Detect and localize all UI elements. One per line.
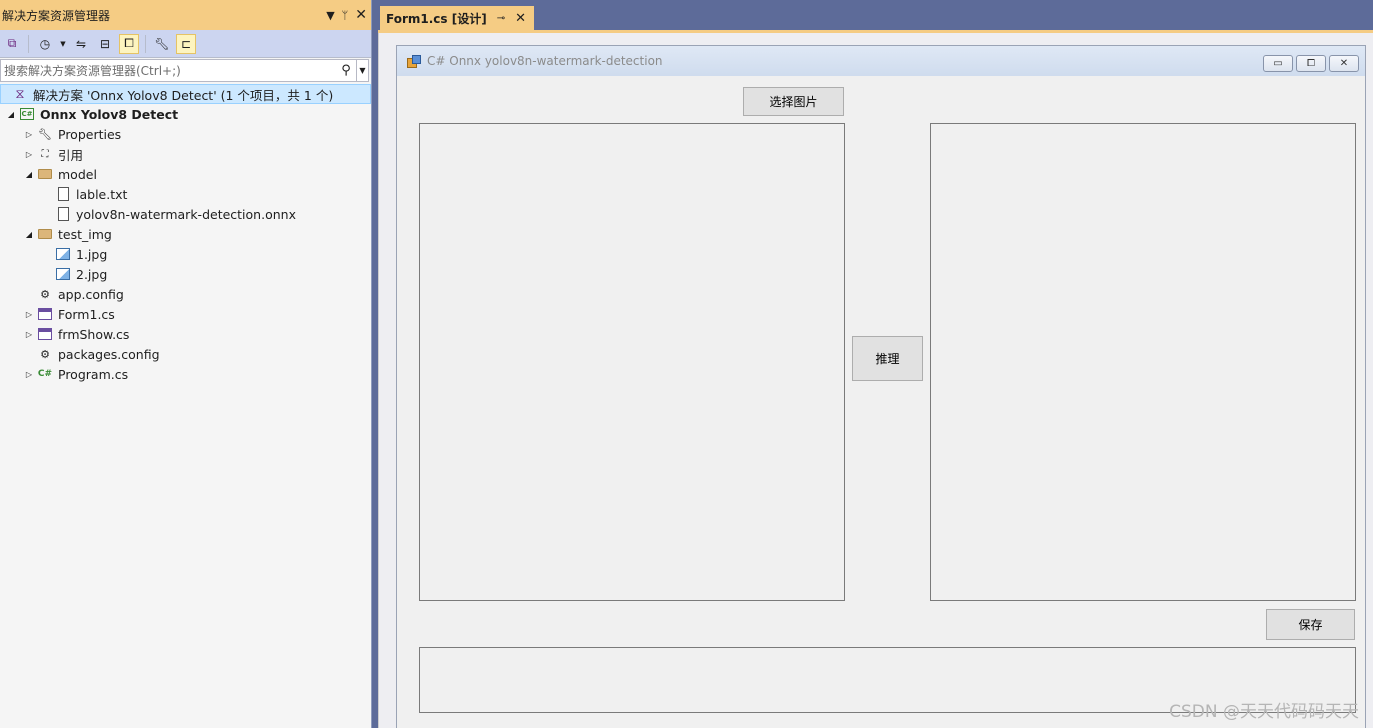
document-tab-strip: Form1.cs [设计] ⊸ ✕ bbox=[378, 0, 1373, 30]
solution-explorer-panel: 解决方案资源管理器 ▼ ᛘ ✕ ⧉ ◷ ▼ ⇋ ⊟ ⧠ 🔧︎ ⊏ ⚲ ▼ ⧖ 解… bbox=[0, 0, 372, 728]
tree-item-solution[interactable]: ⧖ 解决方案 'Onnx Yolov8 Detect' (1 个项目，共 1 个… bbox=[0, 84, 371, 104]
search-input[interactable] bbox=[1, 63, 336, 78]
references-icon: ⛶ bbox=[41, 148, 49, 160]
tree-item-label: lable.txt bbox=[76, 186, 128, 202]
tree-item-lable-txt[interactable]: lable.txt bbox=[0, 184, 371, 204]
tree-item-label: test_img bbox=[58, 226, 112, 242]
dropdown-arrow-icon[interactable]: ▼ bbox=[326, 9, 334, 22]
tree-item-label: Program.cs bbox=[58, 366, 129, 382]
image-file-icon bbox=[54, 246, 72, 262]
save-button[interactable]: 保存 bbox=[1266, 609, 1355, 640]
tree-item-label: Properties bbox=[58, 126, 122, 142]
maximize-icon[interactable]: ⧠ bbox=[1296, 55, 1326, 72]
expanded-arrow-icon[interactable]: ◢ bbox=[22, 170, 36, 179]
search-icon[interactable]: ⚲ bbox=[336, 63, 356, 78]
collapsed-arrow-icon[interactable]: ▷ bbox=[22, 150, 36, 159]
search-options-dropdown-icon[interactable]: ▼ bbox=[356, 60, 368, 81]
file-icon bbox=[54, 206, 72, 222]
wrench-icon: 🔧︎ bbox=[38, 127, 52, 141]
csharp-project-icon: C# bbox=[20, 108, 34, 120]
project-label: Onnx Yolov8 Detect bbox=[40, 106, 179, 122]
history-dropdown-icon[interactable]: ▼ bbox=[59, 34, 67, 54]
config-file-icon: ⚙︎ bbox=[40, 287, 50, 301]
tree-item-project[interactable]: ◢ C# Onnx Yolov8 Detect bbox=[0, 104, 371, 124]
switch-views-icon[interactable]: ⧉ bbox=[2, 34, 22, 54]
folder-icon bbox=[36, 226, 54, 242]
solution-icon: ⧖ bbox=[15, 86, 25, 102]
tree-item-label: yolov8n-watermark-detection.onnx bbox=[76, 206, 296, 222]
tree-item-label: 2.jpg bbox=[76, 266, 108, 282]
collapsed-arrow-icon[interactable]: ▷ bbox=[22, 330, 36, 339]
image-file-icon bbox=[54, 266, 72, 282]
result-image-picturebox bbox=[930, 123, 1356, 601]
tree-item-onnx-file[interactable]: yolov8n-watermark-detection.onnx bbox=[0, 204, 371, 224]
close-icon[interactable]: ✕ bbox=[355, 7, 367, 23]
solution-tree: ⧖ 解决方案 'Onnx Yolov8 Detect' (1 个项目，共 1 个… bbox=[0, 84, 371, 384]
document-area: Form1.cs [设计] ⊸ ✕ C# Onnx yolov8n-waterm… bbox=[378, 0, 1373, 728]
show-all-files-icon[interactable]: ⧠ bbox=[119, 33, 139, 54]
source-image-picturebox bbox=[419, 123, 845, 601]
expanded-arrow-icon[interactable]: ◢ bbox=[4, 110, 18, 119]
tree-item-label: frmShow.cs bbox=[58, 326, 130, 342]
designer-surface: C# Onnx yolov8n-watermark-detection ▭ ⧠ … bbox=[378, 33, 1373, 728]
expanded-arrow-icon[interactable]: ◢ bbox=[22, 230, 36, 239]
tree-item-app-config[interactable]: ⚙︎ app.config bbox=[0, 284, 371, 304]
history-icon[interactable]: ◷ bbox=[35, 34, 55, 54]
wrench-icon[interactable]: 🔧︎ bbox=[152, 34, 172, 54]
tree-item-frmshow-cs[interactable]: ▷ frmShow.cs bbox=[0, 324, 371, 344]
close-icon[interactable]: ✕ bbox=[515, 11, 526, 26]
text-file-icon bbox=[54, 186, 72, 202]
designed-form-window[interactable]: C# Onnx yolov8n-watermark-detection ▭ ⧠ … bbox=[396, 45, 1366, 728]
solution-explorer-title: 解决方案资源管理器 bbox=[2, 8, 111, 23]
tab-form1-designer[interactable]: Form1.cs [设计] ⊸ ✕ bbox=[380, 6, 534, 30]
tree-item-references[interactable]: ▷ ⛶ 引用 bbox=[0, 144, 371, 164]
sync-icon[interactable]: ⇋ bbox=[71, 34, 91, 54]
toolbar-separator bbox=[28, 34, 29, 53]
tree-item-label: 1.jpg bbox=[76, 246, 108, 262]
solution-label: 解决方案 'Onnx Yolov8 Detect' (1 个项目，共 1 个) bbox=[33, 87, 334, 103]
tree-item-2-jpg[interactable]: 2.jpg bbox=[0, 264, 371, 284]
collapsed-arrow-icon[interactable]: ▷ bbox=[22, 310, 36, 319]
close-icon[interactable]: ✕ bbox=[1329, 55, 1359, 72]
form-file-icon bbox=[36, 326, 54, 342]
collapsed-arrow-icon[interactable]: ▷ bbox=[22, 370, 36, 379]
tree-item-properties[interactable]: ▷ 🔧︎ Properties bbox=[0, 124, 371, 144]
folder-icon bbox=[36, 166, 54, 182]
search-box: ⚲ ▼ bbox=[0, 59, 369, 82]
solution-explorer-titlebar: 解决方案资源管理器 ▼ ᛘ ✕ bbox=[0, 0, 371, 30]
tree-item-label: model bbox=[58, 166, 97, 182]
tree-item-packages-config[interactable]: ⚙︎ packages.config bbox=[0, 344, 371, 364]
csdn-watermark: CSDN @天天代码码天天 bbox=[1169, 702, 1359, 722]
infer-button[interactable]: 推理 bbox=[852, 336, 923, 381]
pin-icon[interactable]: ᛘ bbox=[342, 9, 349, 22]
collapsed-arrow-icon[interactable]: ▷ bbox=[22, 130, 36, 139]
tree-item-program-cs[interactable]: ▷ C# Program.cs bbox=[0, 364, 371, 384]
form-file-icon bbox=[36, 306, 54, 322]
tree-item-label: packages.config bbox=[58, 346, 160, 362]
config-file-icon: ⚙︎ bbox=[40, 347, 50, 361]
form-title: C# Onnx yolov8n-watermark-detection bbox=[427, 54, 663, 68]
select-image-button[interactable]: 选择图片 bbox=[743, 87, 844, 116]
csharp-file-icon: C# bbox=[37, 369, 53, 379]
minimize-icon[interactable]: ▭ bbox=[1263, 55, 1293, 72]
form-title-bar: C# Onnx yolov8n-watermark-detection ▭ ⧠ … bbox=[397, 46, 1365, 76]
tree-item-label: Form1.cs bbox=[58, 306, 115, 322]
solution-explorer-toolbar: ⧉ ◷ ▼ ⇋ ⊟ ⧠ 🔧︎ ⊏ bbox=[0, 30, 371, 58]
collapse-all-icon[interactable]: ⊟ bbox=[95, 34, 115, 54]
toolbar-separator bbox=[145, 34, 146, 53]
tree-item-model-folder[interactable]: ◢ model bbox=[0, 164, 371, 184]
tree-item-test-img-folder[interactable]: ◢ test_img bbox=[0, 224, 371, 244]
tree-item-form1-cs[interactable]: ▷ Form1.cs bbox=[0, 304, 371, 324]
tree-item-label: app.config bbox=[58, 286, 124, 302]
form-app-icon bbox=[407, 55, 421, 68]
tree-item-label: 引用 bbox=[58, 147, 84, 163]
pin-icon[interactable]: ⊸ bbox=[497, 13, 505, 24]
preview-selected-icon[interactable]: ⊏ bbox=[176, 33, 196, 54]
tree-item-1-jpg[interactable]: 1.jpg bbox=[0, 244, 371, 264]
tab-label: Form1.cs [设计] bbox=[386, 11, 487, 26]
